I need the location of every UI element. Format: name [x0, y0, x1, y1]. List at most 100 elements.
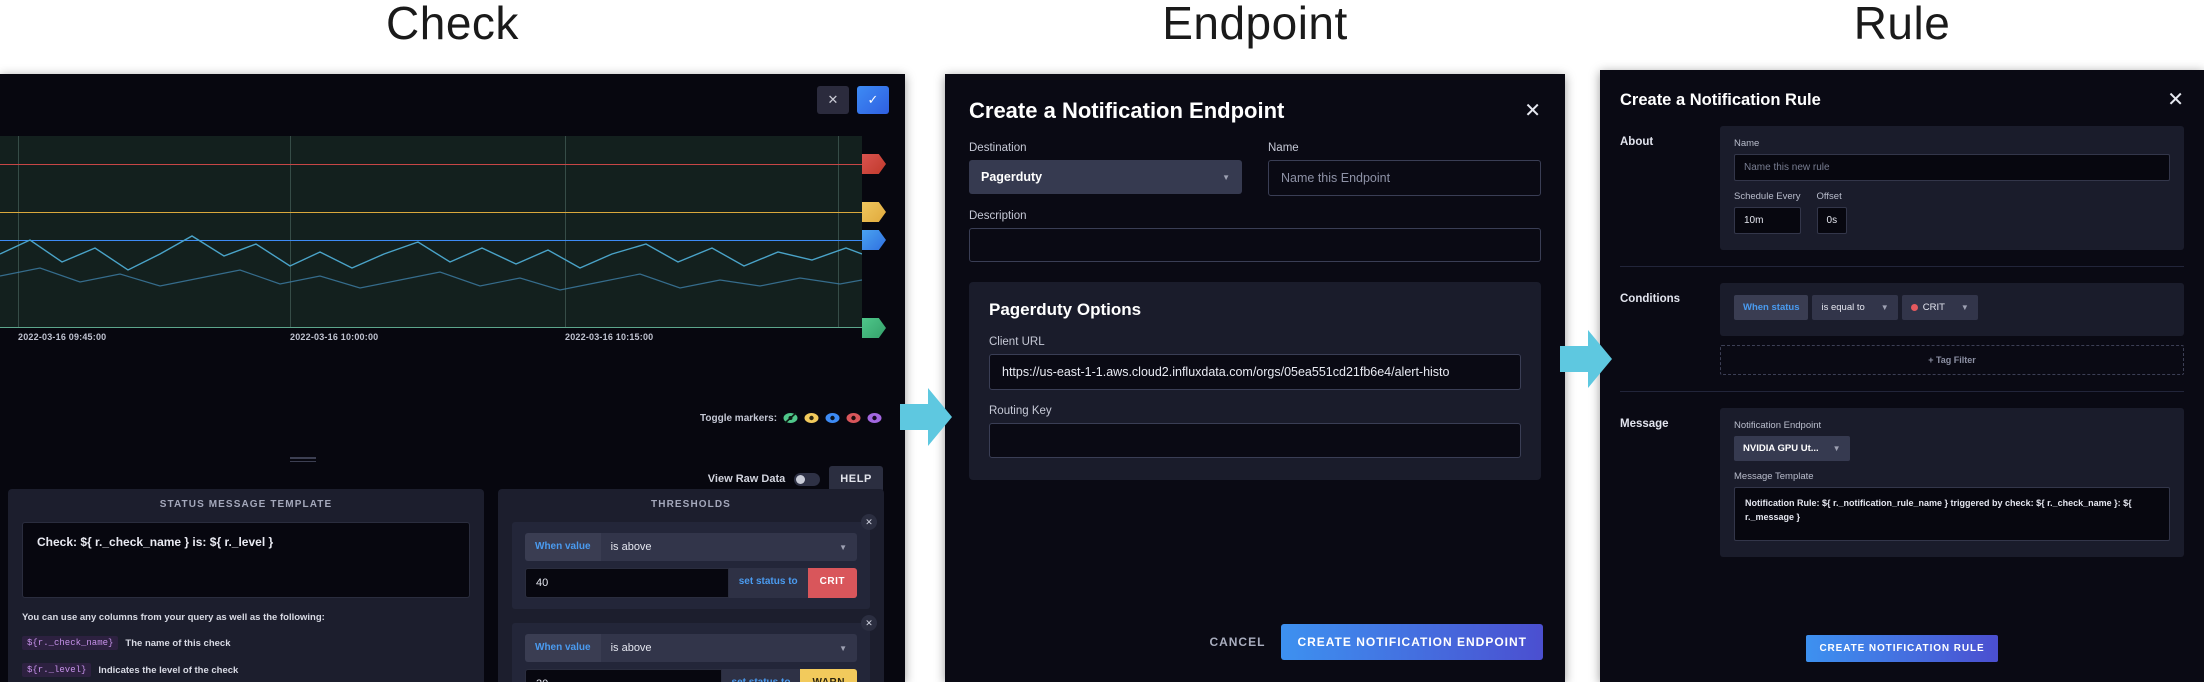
unknown-marker-toggle[interactable]	[867, 412, 882, 424]
description-field: Description	[969, 210, 1541, 262]
hint-token: ${r._level}	[22, 663, 92, 677]
warn-threshold-marker[interactable]	[862, 202, 886, 222]
condition-status-select[interactable]: CRIT ▼	[1901, 295, 1978, 320]
threshold-item: ✕ When value is above ▼ 40 set status to…	[512, 514, 877, 609]
message-section: Message Notification Endpoint NVIDIA GPU…	[1600, 392, 2204, 557]
description-input[interactable]	[969, 228, 1541, 262]
routing-key-input[interactable]	[989, 423, 1521, 458]
conditions-section: Conditions When status is equal to ▼ CRI…	[1600, 267, 2204, 375]
endpoint-footer: CANCEL CREATE NOTIFICATION ENDPOINT	[1209, 624, 1543, 660]
destination-field: Destination Pagerduty ▼	[969, 142, 1242, 196]
endpoint-panel: Create a Notification Endpoint ✕ Destina…	[945, 74, 1565, 682]
threshold-operator-value: is above	[610, 642, 652, 654]
chevron-down-icon: ▼	[1832, 444, 1841, 453]
offset-input[interactable]: 0s	[1816, 207, 1848, 234]
threshold-operator-select[interactable]: is above ▼	[600, 634, 857, 662]
section-title-rule: Rule	[1853, 0, 1951, 49]
crit-marker-toggle[interactable]	[846, 412, 861, 424]
message-template-label: Message Template	[1734, 471, 1814, 482]
arrow-check-to-endpoint	[900, 388, 952, 446]
close-icon[interactable]: ✕	[2167, 90, 2184, 110]
message-template-input[interactable]: Notification Rule: ${ r._notification_ru…	[1734, 487, 2170, 541]
client-url-input[interactable]: https://us-east-1-1.aws.cloud2.influxdat…	[989, 354, 1521, 390]
offset-label: Offset	[1816, 191, 1842, 202]
threshold-value-input[interactable]: 30	[525, 669, 722, 682]
ok-marker-toggle[interactable]	[783, 412, 798, 424]
close-icon[interactable]: ✕	[817, 86, 849, 114]
endpoint-body: Destination Pagerduty ▼ Name Name this E…	[945, 124, 1565, 262]
create-notification-endpoint-button[interactable]: CREATE NOTIFICATION ENDPOINT	[1281, 624, 1543, 660]
status-message-template-card: STATUS MESSAGE TEMPLATE Check: ${ r._che…	[8, 489, 484, 682]
chevron-down-icon: ▼	[1222, 172, 1230, 182]
name-input[interactable]: Name this Endpoint	[1268, 160, 1541, 196]
hint-row: ${r._check_name} The name of this check	[22, 636, 470, 650]
routing-key-field: Routing Key	[989, 405, 1521, 458]
info-threshold-marker[interactable]	[862, 230, 886, 250]
threshold-operator-select[interactable]: is above ▼	[600, 533, 857, 561]
x-axis-label: 2022-03-16 09:45:00	[18, 332, 107, 342]
threshold-level-badge[interactable]: WARN	[800, 669, 857, 682]
about-section: About Name Name this new rule Schedule E…	[1600, 110, 2204, 250]
rule-footer: CREATE NOTIFICATION RULE	[1600, 635, 2204, 662]
rule-panel: Create a Notification Rule ✕ About Name …	[1600, 70, 2204, 682]
description-label: Description	[969, 210, 1027, 222]
threshold-set-status-label: set status to	[728, 568, 808, 598]
arrow-endpoint-to-rule	[1560, 330, 1612, 388]
chevron-down-icon: ▼	[1880, 303, 1889, 312]
chevron-down-icon: ▼	[839, 643, 847, 653]
rule-name-label: Name	[1734, 138, 1760, 149]
status-message-hint-intro: You can use any columns from your query …	[22, 612, 325, 623]
destination-select[interactable]: Pagerduty ▼	[969, 160, 1242, 194]
add-tag-filter-button[interactable]: + Tag Filter	[1720, 345, 2184, 375]
name-field: Name Name this Endpoint	[1268, 142, 1541, 196]
rule-header: Create a Notification Rule ✕	[1600, 70, 2204, 110]
info-marker-toggle[interactable]	[825, 412, 840, 424]
when-status-label: When status	[1734, 295, 1809, 320]
condition-status-value: CRIT	[1922, 302, 1945, 313]
threshold-operator-value: is above	[610, 541, 652, 553]
schedule-every-input[interactable]: 10m	[1734, 207, 1801, 234]
check-lower-region: STATUS MESSAGE TEMPLATE Check: ${ r._che…	[8, 489, 898, 682]
toggle-markers-label: Toggle markers:	[700, 412, 778, 424]
notification-endpoint-select[interactable]: NVIDIA GPU Ut... ▼	[1734, 436, 1850, 461]
rule-title: Create a Notification Rule	[1620, 90, 1821, 109]
check-plot	[0, 136, 886, 338]
conditions-legend: Conditions	[1620, 293, 1681, 305]
pagerduty-options-card: Pagerduty Options Client URL https://us-…	[969, 282, 1541, 480]
crit-threshold-marker[interactable]	[862, 154, 886, 174]
section-title-endpoint: Endpoint	[1162, 0, 1348, 49]
remove-threshold-icon[interactable]: ✕	[861, 615, 877, 631]
threshold-value-input[interactable]: 40	[525, 568, 729, 598]
client-url-field: Client URL https://us-east-1-1.aws.cloud…	[989, 336, 1521, 390]
threshold-level-badge[interactable]: CRIT	[807, 568, 857, 598]
threshold-item: ✕ When value is above ▼ 30 set status to…	[512, 615, 877, 682]
hint-token: ${r._check_name}	[22, 636, 119, 650]
client-url-label: Client URL	[989, 336, 1045, 348]
section-title-check: Check	[386, 0, 519, 49]
crit-status-dot-icon	[1910, 304, 1918, 311]
chevron-down-icon: ▼	[839, 542, 847, 552]
cancel-button[interactable]: CANCEL	[1209, 635, 1265, 649]
thresholds-card: THRESHOLDS ✕ When value is above ▼ 40 se…	[498, 489, 884, 682]
thresholds-title: THRESHOLDS	[651, 499, 731, 510]
x-axis-label: 2022-03-16 10:15:00	[565, 332, 654, 342]
check-icon[interactable]: ✓	[857, 86, 889, 114]
schedule-every-label: Schedule Every	[1734, 191, 1801, 202]
remove-threshold-icon[interactable]: ✕	[861, 514, 877, 530]
view-raw-data-toggle[interactable]	[794, 472, 821, 486]
hint-desc: Indicates the level of the check	[98, 664, 239, 676]
endpoint-header: Create a Notification Endpoint ✕	[945, 74, 1565, 124]
chevron-down-icon: ▼	[1960, 303, 1969, 312]
name-label: Name	[1268, 142, 1299, 154]
status-message-template-input[interactable]: Check: ${ r._check_name } is: ${ r._leve…	[22, 522, 470, 598]
close-icon[interactable]: ✕	[1524, 101, 1541, 121]
hint-desc: The name of this check	[125, 637, 231, 649]
condition-operator-select[interactable]: is equal to ▼	[1812, 295, 1898, 320]
hint-row: ${r._level} Indicates the level of the c…	[22, 663, 470, 677]
panel-resize-handle[interactable]	[290, 457, 316, 462]
x-axis: 2022-03-16 09:45:00 2022-03-16 10:00:00 …	[0, 332, 905, 352]
warn-marker-toggle[interactable]	[804, 412, 819, 424]
threshold-when-label: When value	[525, 533, 601, 561]
create-notification-rule-button[interactable]: CREATE NOTIFICATION RULE	[1806, 635, 1998, 662]
rule-name-input[interactable]: Name this new rule	[1734, 154, 2170, 181]
